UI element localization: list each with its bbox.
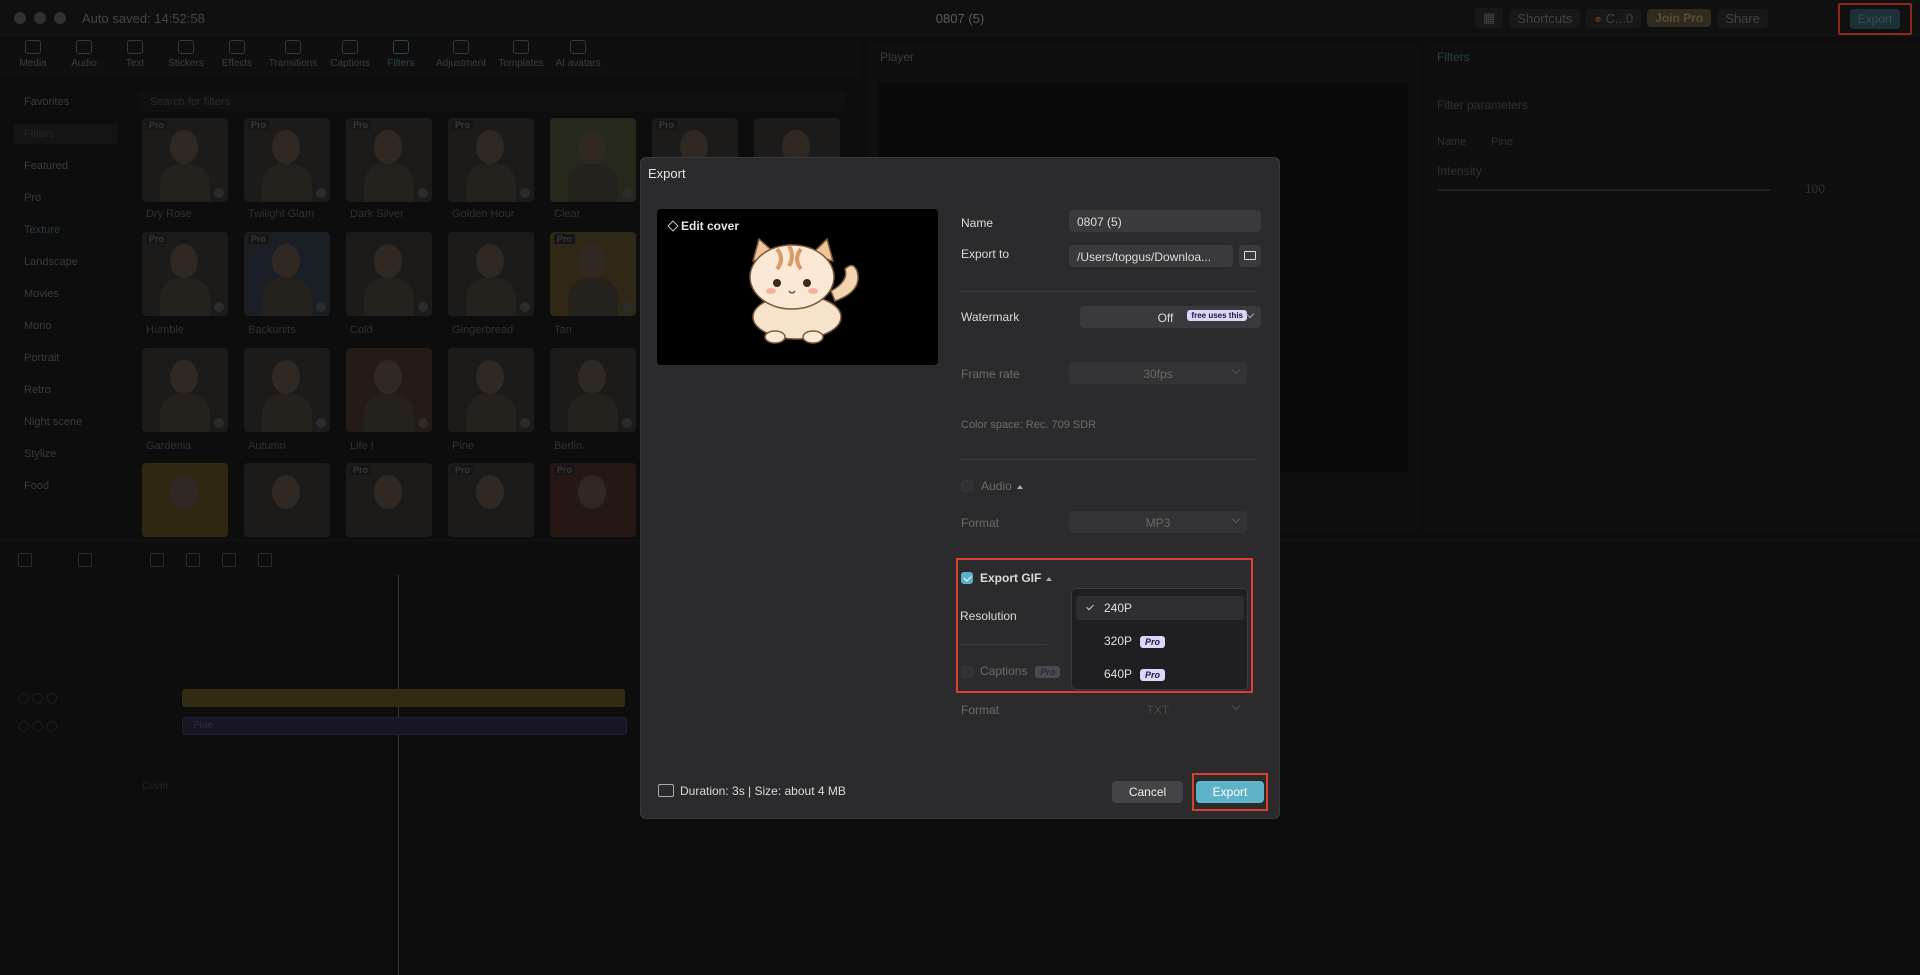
export-path-input[interactable]: /Users/topgus/Downloa...	[1069, 245, 1233, 267]
watermark-select[interactable]: Off free uses this	[1080, 306, 1261, 328]
browse-folder-button[interactable]	[1239, 245, 1261, 267]
audio-format-select[interactable]: MP3	[1069, 511, 1247, 533]
captions-format-select[interactable]: TXT	[1069, 698, 1247, 720]
audio-toggle[interactable]: Audio	[981, 479, 1023, 493]
pro-badge: Pro	[1140, 668, 1166, 681]
export-to-label: Export to	[961, 247, 1010, 261]
audio-label: Audio	[981, 479, 1012, 493]
export-button[interactable]: Export	[1196, 781, 1264, 803]
cover-preview[interactable]: Edit cover	[657, 209, 938, 365]
audio-checkbox[interactable]	[961, 480, 973, 492]
watermark-label: Watermark	[961, 310, 1020, 324]
frame-rate-value: 30fps	[1143, 367, 1173, 381]
resolution-option-240p[interactable]: 240P	[1076, 596, 1244, 620]
frame-rate-select[interactable]: 30fps	[1069, 362, 1247, 384]
cancel-button[interactable]: Cancel	[1112, 781, 1183, 803]
audio-format-value: MP3	[1145, 516, 1171, 530]
check-icon	[1086, 602, 1094, 611]
option-label: 640P	[1104, 667, 1133, 681]
divider	[959, 291, 1257, 292]
resolution-dropdown[interactable]: 240P 320P Pro 640P Pro	[1071, 588, 1248, 690]
cat-cover-image	[749, 237, 859, 344]
pencil-icon	[667, 220, 679, 232]
resolution-option-320p[interactable]: 320P Pro	[1076, 629, 1244, 653]
pro-badge: Pro	[1140, 635, 1166, 648]
audio-format-label: Format	[961, 516, 1000, 530]
export-summary: Duration: 3s | Size: about 4 MB	[680, 784, 846, 798]
export-dialog: Export Edit cover Name 0807 (5) Export t…	[640, 157, 1280, 819]
color-space-text: Color space: Rec. 709 SDR	[961, 419, 1097, 431]
dialog-title: Export	[648, 166, 686, 181]
app-window: Auto saved: 14:52:58 0807 (5) ▦ Shortcut…	[0, 0, 1920, 975]
option-label: 320P	[1104, 634, 1133, 648]
resolution-option-640p[interactable]: 640P Pro	[1076, 662, 1244, 686]
name-input[interactable]: 0807 (5)	[1069, 210, 1261, 232]
divider	[959, 459, 1257, 460]
folder-icon	[1244, 251, 1256, 260]
captions-format-label: Format	[961, 703, 1000, 717]
frame-rate-label: Frame rate	[961, 367, 1020, 381]
film-icon	[658, 784, 674, 797]
option-label: 240P	[1104, 601, 1133, 615]
free-uses-badge: free uses this	[1187, 310, 1247, 321]
name-label: Name	[961, 216, 994, 230]
captions-format-value: TXT	[1146, 703, 1170, 717]
caret-up-icon	[1016, 484, 1023, 489]
